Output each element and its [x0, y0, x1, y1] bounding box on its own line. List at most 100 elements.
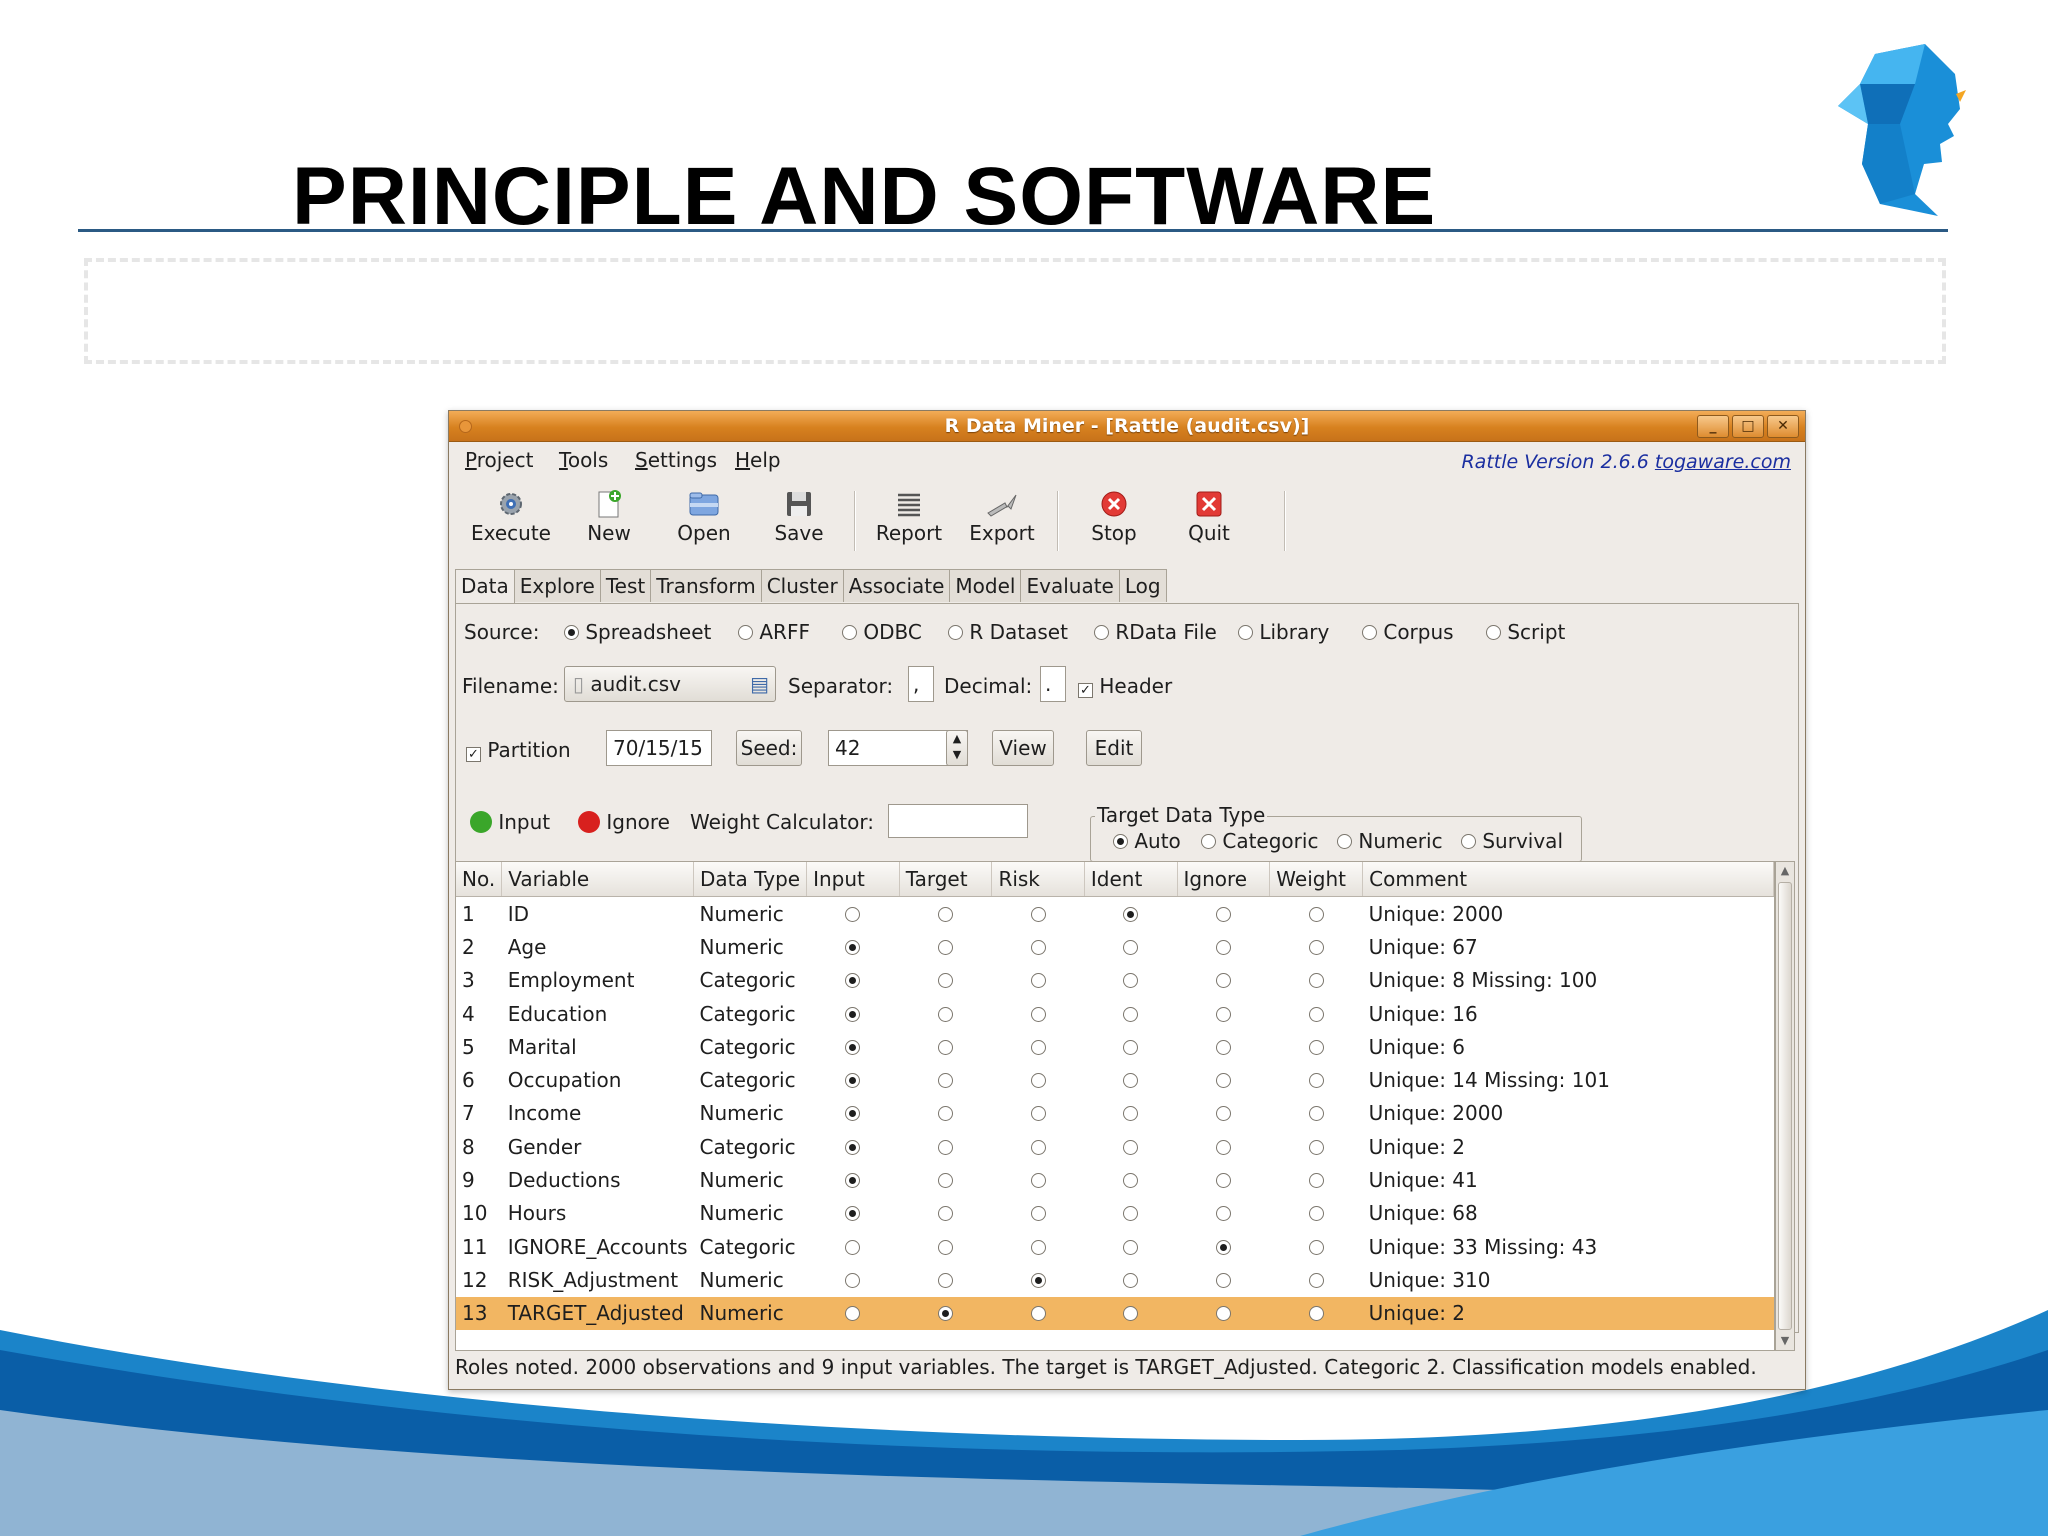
seed-spinner[interactable]: ▲ ▼ — [946, 730, 968, 766]
table-row[interactable]: 7 Income Numeric Unique: 2000 — [456, 1097, 1774, 1130]
role-ident-radio[interactable] — [1123, 1239, 1139, 1255]
role-target-radio[interactable] — [938, 1173, 954, 1189]
role-ident-radio[interactable] — [1123, 1073, 1139, 1089]
role-ident-radio[interactable] — [1123, 1006, 1139, 1022]
role-input-radio[interactable] — [845, 1239, 861, 1255]
new-button[interactable]: New — [564, 481, 654, 545]
filename-chooser[interactable]: ▯ audit.csv ▤ — [564, 666, 776, 702]
tab-transform[interactable]: Transform — [650, 569, 762, 602]
table-row[interactable]: 3 Employment Categoric Unique: 8 Missing: 1… — [456, 964, 1774, 997]
tab-model[interactable]: Model — [949, 569, 1022, 602]
role-weight-radio[interactable] — [1308, 1306, 1324, 1322]
tab-cluster[interactable]: Cluster — [760, 569, 844, 602]
role-ident-radio[interactable] — [1123, 939, 1139, 955]
role-target-radio[interactable] — [938, 1106, 954, 1122]
role-target-radio[interactable] — [938, 973, 954, 989]
role-ident-radio[interactable] — [1123, 1139, 1139, 1155]
maximize-button[interactable]: □ — [1732, 415, 1764, 438]
role-ident-radio[interactable] — [1123, 1106, 1139, 1122]
role-input-radio[interactable] — [845, 973, 861, 989]
col-input[interactable]: Input — [806, 862, 900, 897]
table-scrollbar[interactable]: ▲ ▼ — [1775, 861, 1795, 1351]
table-row[interactable]: 5 Marital Categoric Unique: 6 — [456, 1030, 1774, 1063]
role-input-radio[interactable] — [845, 1206, 861, 1222]
role-weight-radio[interactable] — [1308, 1073, 1324, 1089]
role-risk-radio[interactable] — [1030, 1073, 1046, 1089]
separator-input[interactable]: , — [908, 666, 934, 702]
role-risk-radio[interactable] — [1030, 1039, 1046, 1055]
save-button[interactable]: Save — [754, 481, 844, 545]
role-weight-radio[interactable] — [1308, 1006, 1324, 1022]
tab-data[interactable]: Data — [455, 569, 515, 604]
source-spreadsheet-radio[interactable]: Spreadsheet — [564, 620, 711, 644]
role-input-radio[interactable] — [845, 1106, 861, 1122]
role-weight-radio[interactable] — [1308, 1173, 1324, 1189]
role-ident-radio[interactable] — [1123, 1272, 1139, 1288]
source-arff-radio[interactable]: ARFF — [738, 620, 810, 644]
target-categoric-radio[interactable]: Categoric — [1201, 829, 1318, 853]
role-input-radio[interactable] — [845, 939, 861, 955]
role-weight-radio[interactable] — [1308, 906, 1324, 922]
role-ignore-radio[interactable] — [1215, 1173, 1231, 1189]
role-risk-radio[interactable] — [1030, 1006, 1046, 1022]
tab-test[interactable]: Test — [599, 569, 652, 602]
role-input-radio[interactable] — [845, 1306, 861, 1322]
target-survival-radio[interactable]: Survival — [1461, 829, 1563, 853]
seed-button[interactable]: Seed: — [736, 730, 802, 766]
role-ignore-radio[interactable] — [1215, 1039, 1231, 1055]
tab-evaluate[interactable]: Evaluate — [1020, 569, 1120, 602]
role-risk-radio[interactable] — [1030, 1239, 1046, 1255]
target-auto-radio[interactable]: Auto — [1113, 829, 1181, 853]
export-button[interactable]: Export — [957, 481, 1047, 545]
togaware-link[interactable]: togaware.com — [1655, 451, 1791, 473]
table-row[interactable]: 6 Occupation Categoric Unique: 14 Missing: … — [456, 1063, 1774, 1096]
role-ignore-radio[interactable] — [1215, 1239, 1231, 1255]
table-row[interactable]: 2 Age Numeric Unique: 67 — [456, 930, 1774, 963]
role-target-radio[interactable] — [938, 1006, 954, 1022]
close-button[interactable]: ✕ — [1767, 415, 1799, 438]
tab-log[interactable]: Log — [1118, 569, 1167, 602]
open-button[interactable]: Open — [659, 481, 749, 545]
role-ident-radio[interactable] — [1123, 1173, 1139, 1189]
col-ident[interactable]: Ident — [1084, 862, 1178, 897]
partition-checkbox[interactable]: ✓ Partition — [466, 738, 571, 762]
role-ident-radio[interactable] — [1123, 1039, 1139, 1055]
role-target-radio[interactable] — [938, 1272, 954, 1288]
role-risk-radio[interactable] — [1030, 906, 1046, 922]
role-ident-radio[interactable] — [1123, 973, 1139, 989]
scroll-down-icon[interactable]: ▼ — [1776, 1332, 1794, 1350]
role-input-radio[interactable] — [845, 1139, 861, 1155]
col-weight[interactable]: Weight — [1269, 862, 1364, 897]
role-target-radio[interactable] — [938, 906, 954, 922]
role-risk-radio[interactable] — [1030, 1272, 1046, 1288]
role-ignore-radio[interactable] — [1215, 1073, 1231, 1089]
role-risk-radio[interactable] — [1030, 939, 1046, 955]
minimize-button[interactable]: _ — [1697, 415, 1729, 438]
role-weight-radio[interactable] — [1308, 1106, 1324, 1122]
role-ignore-radio[interactable] — [1215, 1106, 1231, 1122]
role-target-radio[interactable] — [938, 939, 954, 955]
menu-settings[interactable]: Settings — [635, 448, 717, 472]
decimal-input[interactable]: . — [1040, 666, 1066, 702]
role-input-radio[interactable] — [845, 1006, 861, 1022]
role-weight-radio[interactable] — [1308, 1206, 1324, 1222]
role-ignore-radio[interactable] — [1215, 906, 1231, 922]
view-button[interactable]: View — [992, 730, 1054, 766]
role-ignore-radio[interactable] — [1215, 1006, 1231, 1022]
weight-calculator-input[interactable] — [888, 804, 1028, 838]
role-ignore-radio[interactable] — [1215, 939, 1231, 955]
window-titlebar[interactable]: R Data Miner - [Rattle (audit.csv)] _ □ … — [449, 411, 1805, 442]
table-row[interactable]: 11 IGNORE_Accounts Categoric Unique: 33 Mis… — [456, 1230, 1774, 1263]
role-ignore-radio[interactable] — [1215, 973, 1231, 989]
scroll-thumb[interactable] — [1778, 882, 1792, 1330]
role-weight-radio[interactable] — [1308, 1139, 1324, 1155]
table-row[interactable]: 10 Hours Numeric Unique: 68 — [456, 1197, 1774, 1230]
role-ignore-radio[interactable] — [1215, 1272, 1231, 1288]
source-rdataset-radio[interactable]: R Dataset — [948, 620, 1068, 644]
role-target-radio[interactable] — [938, 1239, 954, 1255]
quit-button[interactable]: Quit — [1164, 481, 1254, 545]
source-odbc-radio[interactable]: ODBC — [842, 620, 922, 644]
col-ignore[interactable]: Ignore — [1177, 862, 1271, 897]
role-input-radio[interactable] — [845, 1039, 861, 1055]
role-target-radio[interactable] — [938, 1039, 954, 1055]
